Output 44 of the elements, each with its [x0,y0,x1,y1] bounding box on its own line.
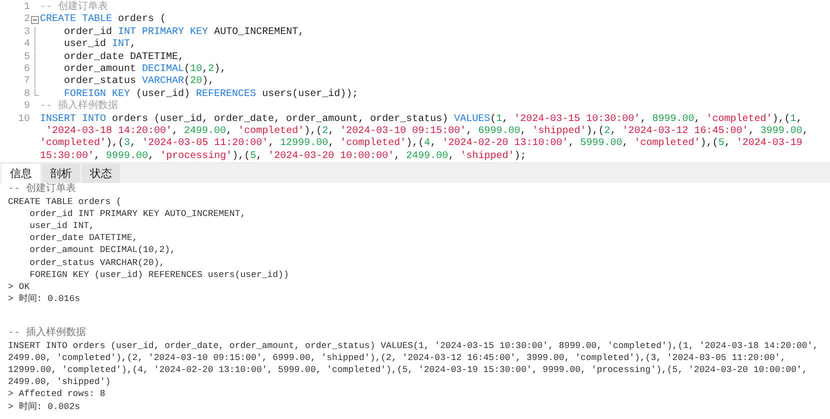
output-line: order_status VARCHAR(20), [28,256,165,269]
code-line: 'completed'),(3, '2024-03-05 11:20:00', 12999.00, 'completed'),(4, '2024-02-20 13:10:00', 5999.00, 'completed'),(5, '2024-03-19 [40,138,802,150]
code-line: CREATE TABLE orders ( [40,14,166,26]
output-line: INSERT INTO orders (user_id, order_date, order_amount, order_status) VALUES(1, '2024-03-15 10:30:00', 8999.00, 'completed'),(1, '2024-03-18 14:20:00', [8,340,818,352]
line-number: 7 [24,76,30,89]
code-line: order_status VARCHAR(20), [63,76,214,88]
comment-line: -- 创建订单表 [8,184,76,196]
line-number: 2 [24,14,30,27]
line-number: 8 [24,88,30,101]
output-line: CREATE TABLE orders ( [8,196,122,208]
code-line: -- 创建订单表 [40,2,108,14]
code-line: order_amount DECIMAL(10,2), [63,64,226,76]
result-line: > Affected rows: 8 [8,388,106,400]
fold-icon[interactable] [30,14,40,27]
tab[interactable]: 状态 [82,164,120,183]
code-line: user_id INT, [63,39,136,52]
code-line: FOREIGN KEY (user_id) REFERENCES users(user_id)); [63,88,358,100]
result-line: > 时间: 0.016s [8,292,80,305]
result-line: > 时间: 0.002s [8,400,80,413]
output-line: user_id INT, [28,220,94,232]
line-number: 5 [24,52,30,64]
line-number: 10 [18,114,30,126]
line-number: 3 [24,26,30,39]
output-line: order_id INT PRIMARY KEY AUTO_INCREMENT, [28,208,246,220]
code-line: order_date DATETIME, [63,52,184,64]
output-line: 12999.00, 'completed'),(4, '2024-02-20 13:10:00', 5999.00, 'completed'),(5, '2024-03-19 15:30:00', 9999.00, 'processing'),(5, '2024-03-20 10:00:00', [8,364,808,376]
output-line: 2499.00, 'completed'),(2, '2024-03-10 09:15:00', 6999.00, 'shipped'),(2, '2024-03-12 16:45:00', 3999.00, 'completed'),(3, '2024-03-05 11:20:00', [8,352,786,364]
line-number: 4 [24,39,30,52]
output-line: 2499.00, 'shipped') [8,376,111,388]
output-line: FOREIGN KEY (user_id) REFERENCES users(user_id)) [28,268,289,281]
code-line: INSERT INTO orders (user_id, order_date, order_amount, order_status) VALUES(1, '2024-03-15 10:30:00', 8999.00, 'completed'),(1, [40,114,802,126]
result-line: > OK [8,280,30,293]
output-line: order_amount DECIMAL(10,2), [28,244,176,257]
tab[interactable]: 剖析 [42,164,80,183]
output-line: order_date DATETIME, [28,232,138,244]
tab[interactable]: 信息 [2,164,40,183]
code-line: -- 插入样例数据 [40,101,118,114]
comment-line: -- 插入样例数据 [8,328,86,340]
line-number: 9 [24,101,30,114]
code-line: '2024-03-18 14:20:00', 2499.00, 'completed'),(2, '2024-03-10 09:15:00', 6999.00, 'shipped'),(2, '2024-03-12 16:45:00', 3999.00, [45,126,808,138]
code-line: 15:30:00', 9999.00, 'processing'),(5, '2024-03-20 10:00:00', 2499.00, 'shipped'); [40,150,526,162]
line-number: 6 [24,64,30,76]
code-line: order_id INT PRIMARY KEY AUTO_INCREMENT, [63,26,304,38]
line-number: 1 [24,2,30,14]
